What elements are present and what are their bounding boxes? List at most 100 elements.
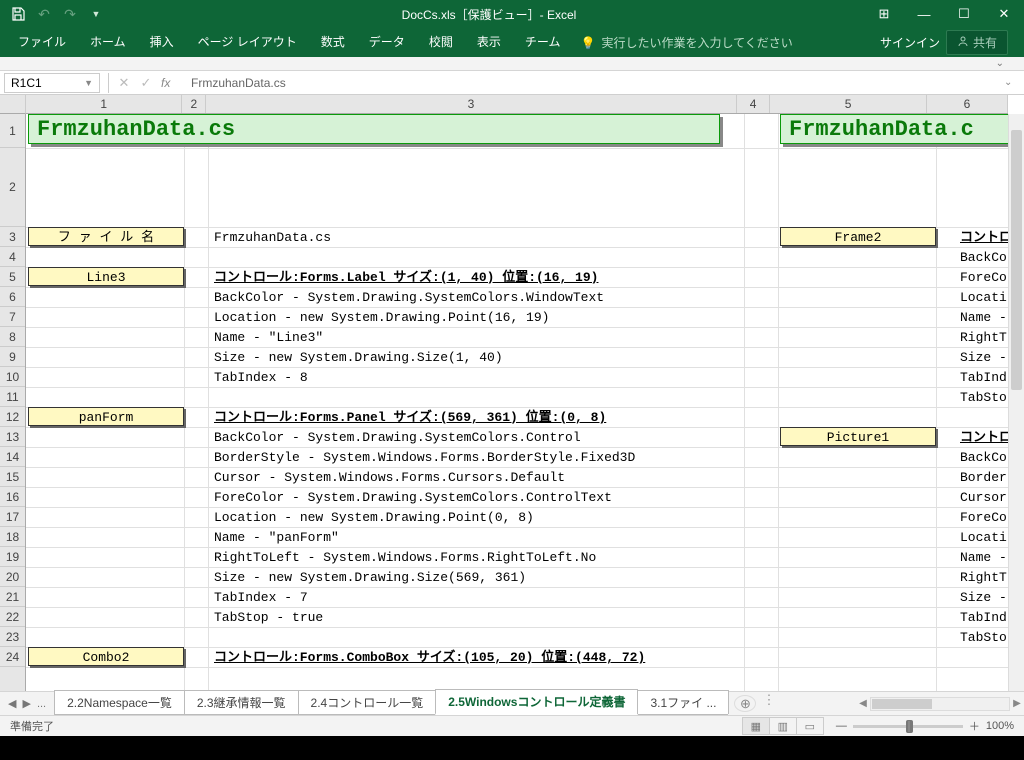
view-normal-icon[interactable]: ▦ (742, 717, 770, 735)
tell-me-search[interactable]: 💡 実行したい作業を入力してください (572, 34, 800, 51)
tab-team[interactable]: チーム (513, 28, 573, 57)
scroll-left-icon[interactable]: ◀ (856, 698, 870, 709)
row-header[interactable]: 16 (0, 487, 25, 507)
enter-formula-icon[interactable]: ✓ (135, 75, 157, 91)
row-header[interactable]: 11 (0, 387, 25, 407)
row-header[interactable]: 10 (0, 367, 25, 387)
label-frame2: Frame2 (780, 227, 936, 246)
sheet-tab[interactable]: 2.4コントロール一覧 (298, 690, 437, 714)
column-header[interactable]: 4 (737, 95, 771, 113)
cell-r3c6: コントロー (956, 228, 1008, 248)
grid[interactable]: FrmzuhanData.cs FrmzuhanData.c フ ァ イ ル 名… (26, 114, 1008, 691)
share-icon (957, 35, 969, 50)
cell-r19c6: Name - (956, 548, 1008, 568)
zoom-out-icon[interactable]: — (836, 720, 847, 732)
row-header[interactable]: 14 (0, 447, 25, 467)
cancel-formula-icon[interactable]: ✕ (113, 75, 135, 91)
cell-r14c6: BackCo (956, 448, 1008, 468)
row-header[interactable]: 9 (0, 347, 25, 367)
zoom-slider[interactable] (853, 725, 963, 728)
row-header[interactable]: 18 (0, 527, 25, 547)
scrollbar-thumb[interactable] (1011, 130, 1022, 390)
tell-me-placeholder: 実行したい作業を入力してください (601, 34, 792, 51)
qat-dropdown-icon[interactable]: ▼ (84, 3, 108, 25)
expand-formula-icon[interactable]: ⌄ (1004, 77, 1024, 88)
chevron-down-icon[interactable]: ▼ (84, 78, 93, 88)
row-header[interactable]: 24 (0, 647, 25, 667)
tab-pagelayout[interactable]: ページ レイアウト (186, 28, 309, 57)
sheet-tab[interactable]: 2.2Namespace一覧 (54, 690, 185, 714)
row-header[interactable]: 22 (0, 607, 25, 627)
column-header[interactable]: 5 (770, 95, 926, 113)
maximize-icon[interactable]: ☐ (944, 0, 984, 28)
row-header[interactable]: 21 (0, 587, 25, 607)
row-header[interactable]: 23 (0, 627, 25, 647)
formula-input[interactable]: FrmzuhanData.cs (185, 76, 1004, 90)
share-button[interactable]: 共有 (946, 30, 1008, 55)
sheet-tab[interactable]: 3.1ファイ ... (637, 690, 729, 714)
undo-icon[interactable]: ↶ (32, 3, 56, 25)
cell-r17c3: Location - new System.Drawing.Point(0, 8… (210, 508, 538, 528)
tab-home[interactable]: ホーム (78, 28, 138, 57)
tab-review[interactable]: 校閲 (417, 28, 465, 57)
row-header[interactable]: 8 (0, 327, 25, 347)
row-header[interactable]: 6 (0, 287, 25, 307)
tab-nav-prev-icon[interactable]: ◀ (8, 697, 16, 710)
window-title: DocCs.xls［保護ビュー］- Excel (114, 6, 864, 23)
signin-link[interactable]: サインイン (880, 34, 940, 51)
cell-r13c6: コントロー (956, 428, 1008, 448)
tab-data[interactable]: データ (357, 28, 417, 57)
scroll-right-icon[interactable]: ▶ (1010, 698, 1024, 709)
name-box[interactable]: R1C1 ▼ (4, 73, 100, 93)
close-icon[interactable]: ✕ (984, 0, 1024, 28)
cell-r20c6: RightT (956, 568, 1008, 588)
redo-icon[interactable]: ↷ (58, 3, 82, 25)
cell-r16c6: Cursor (956, 488, 1008, 508)
column-header[interactable]: 3 (206, 95, 737, 113)
column-header[interactable]: 6 (927, 95, 1008, 113)
tab-file[interactable]: ファイル (6, 28, 78, 57)
row-header[interactable]: 12 (0, 407, 25, 427)
view-pagebreak-icon[interactable]: ▭ (796, 717, 824, 735)
cell-r6c6: Locati (956, 288, 1008, 308)
tab-nav-ellipsis[interactable]: ... (37, 698, 46, 710)
ribbon-collapse-bar[interactable]: ⌄ (0, 57, 1024, 71)
tab-view[interactable]: 表示 (465, 28, 513, 57)
tab-nav-next-icon[interactable]: ▶ (22, 697, 30, 710)
cell-r9c3: Size - new System.Drawing.Size(1, 40) (210, 348, 507, 368)
row-header[interactable]: 2 (0, 148, 25, 227)
save-icon[interactable] (6, 3, 30, 25)
row-header[interactable]: 5 (0, 267, 25, 287)
hscroll-thumb[interactable] (872, 699, 932, 709)
ribbon-options-icon[interactable]: ⊞ (864, 0, 904, 28)
horizontal-scrollbar[interactable]: ◀ ▶ (856, 692, 1024, 715)
sheet-tab[interactable]: 2.3継承情報一覧 (184, 690, 299, 714)
row-header[interactable]: 20 (0, 567, 25, 587)
view-pagelayout-icon[interactable]: ▥ (769, 717, 797, 735)
zoom-level[interactable]: 100% (986, 720, 1014, 732)
select-all-corner[interactable] (0, 95, 26, 114)
cell-r10c3: TabIndex - 8 (210, 368, 312, 388)
zoom-in-icon[interactable]: ＋ (969, 718, 980, 734)
row-header[interactable]: 13 (0, 427, 25, 447)
tab-formulas[interactable]: 数式 (309, 28, 357, 57)
tab-insert[interactable]: 挿入 (138, 28, 186, 57)
row-header[interactable]: 7 (0, 307, 25, 327)
row-header[interactable]: 17 (0, 507, 25, 527)
tab-nav: ◀ ▶ ... (0, 692, 54, 715)
row-headers: 123456789101112131415161718192021222324 (0, 114, 26, 691)
row-header[interactable]: 1 (0, 114, 25, 148)
row-header[interactable]: 19 (0, 547, 25, 567)
column-header[interactable]: 1 (26, 95, 182, 113)
vertical-scrollbar[interactable] (1008, 114, 1024, 691)
column-header[interactable]: 2 (182, 95, 206, 113)
row-header[interactable]: 3 (0, 227, 25, 247)
minimize-icon[interactable]: — (904, 0, 944, 28)
ribbon-tabs: ファイル ホーム 挿入 ページ レイアウト 数式 データ 校閲 表示 チーム 💡… (0, 28, 1024, 57)
row-header[interactable]: 15 (0, 467, 25, 487)
row-header[interactable]: 4 (0, 247, 25, 267)
sheet-tabs: 2.2Namespace一覧 2.3継承情報一覧 2.4コントロール一覧 2.5… (54, 692, 728, 715)
add-sheet-icon[interactable]: ⊕ (734, 695, 756, 712)
fx-label[interactable]: fx (161, 76, 181, 90)
sheet-tab-active[interactable]: 2.5Windowsコントロール定義書 (435, 689, 638, 715)
